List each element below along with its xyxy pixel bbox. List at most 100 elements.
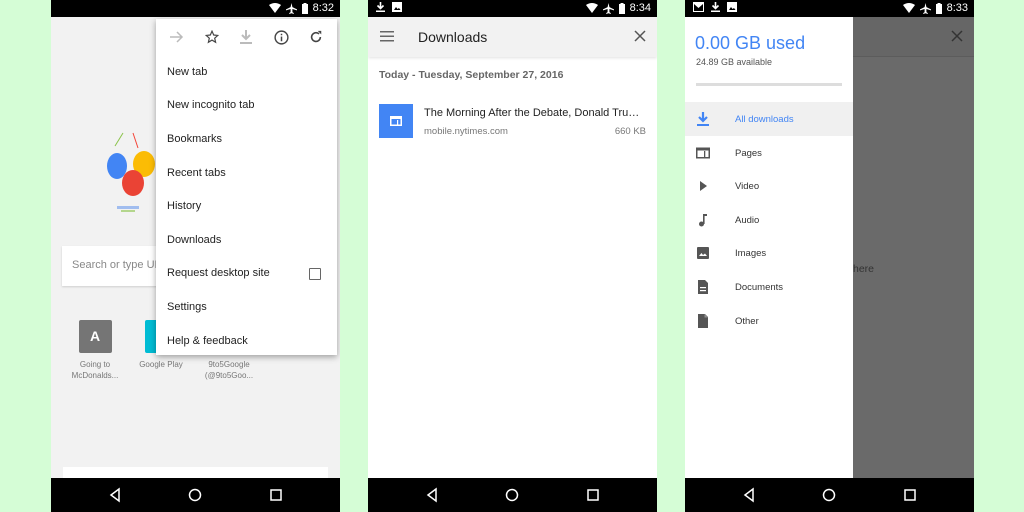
play-icon	[700, 181, 707, 192]
filter-pages[interactable]: Pages	[685, 136, 853, 170]
info-icon[interactable]	[272, 28, 290, 46]
downloads-toolbar: Downloads	[368, 17, 657, 57]
most-visited-tile[interactable]: A Going to McDonalds...	[60, 320, 130, 381]
menu-item-history[interactable]: History	[156, 189, 337, 223]
page-file-icon	[379, 104, 413, 138]
refresh-icon[interactable]	[307, 28, 325, 46]
menu-item-help-feedback[interactable]: Help & feedback	[156, 324, 337, 358]
filter-label: Other	[735, 315, 759, 327]
forward-icon[interactable]	[168, 28, 186, 46]
tile-letter-icon: A	[78, 320, 112, 353]
date-section-header: Today - Tuesday, September 27, 2016	[379, 69, 564, 81]
menu-item-label: New incognito tab	[167, 99, 255, 112]
menu-item-label: Recent tabs	[167, 166, 226, 179]
navigation-bar	[685, 478, 974, 512]
menu-item-label: Help & feedback	[167, 334, 248, 347]
storage-available: 24.89 GB available	[696, 57, 773, 67]
filter-label: Video	[735, 181, 760, 193]
overflow-menu: New tab New incognito tab Bookmarks Rece…	[156, 19, 337, 355]
download-icon[interactable]	[237, 28, 255, 46]
storage-used: 0.00 GB used	[695, 33, 806, 53]
filter-label: Images	[735, 248, 767, 260]
filter-label: Audio	[735, 214, 760, 226]
navigation-bar	[51, 478, 340, 512]
tile-label: McDonalds...	[71, 371, 119, 380]
download-size: 660 KB	[614, 126, 646, 137]
filter-label: All downloads	[735, 114, 794, 125]
battery-icon	[301, 2, 308, 14]
storage-progress-bar	[696, 83, 842, 86]
back-icon[interactable]	[424, 487, 440, 503]
wifi-icon	[585, 3, 598, 13]
page-title: Downloads	[418, 29, 488, 45]
recent-apps-icon[interactable]	[268, 487, 284, 503]
download-notification-icon	[711, 2, 720, 12]
download-title: The Morning After the Debate, Donald Tru…	[424, 107, 640, 119]
navigation-bar	[368, 478, 657, 512]
menu-item-new-tab[interactable]: New tab	[156, 55, 337, 89]
filter-video[interactable]: Video	[685, 169, 853, 203]
status-time: 8:34	[629, 2, 651, 14]
menu-item-label: Request desktop site	[167, 267, 270, 280]
desktop-site-checkbox[interactable]	[309, 267, 321, 280]
download-item[interactable]: The Morning After the Debate, Donald Tru…	[379, 104, 646, 138]
status-time: 8:32	[312, 2, 334, 14]
filter-label: Pages	[735, 147, 762, 159]
filter-all-downloads[interactable]: All downloads	[685, 102, 853, 136]
airplane-icon	[285, 2, 297, 14]
menu-item-request-desktop-site[interactable]: Request desktop site	[156, 257, 337, 291]
tile-label: Google Play	[139, 360, 183, 369]
music-note-icon	[699, 213, 707, 227]
filter-images[interactable]: Images	[685, 236, 853, 270]
status-bar: 8:33	[685, 0, 974, 17]
home-icon[interactable]	[187, 487, 203, 503]
image-notification-icon	[392, 2, 402, 12]
back-icon[interactable]	[107, 487, 123, 503]
close-icon[interactable]	[634, 30, 646, 42]
airplane-icon	[602, 2, 614, 14]
screen-downloads-list: 8:34 Downloads Today - Tuesday, Septembe…	[368, 0, 657, 512]
airplane-icon	[919, 2, 931, 14]
search-placeholder: Search or type URL	[72, 259, 169, 271]
screen-chrome-menu: 8:32 Search or type URL A Going to McDon…	[51, 0, 340, 512]
bookmark-star-icon[interactable]	[203, 28, 221, 46]
wifi-icon	[902, 3, 915, 13]
menu-icon-row	[156, 19, 337, 55]
home-icon[interactable]	[504, 487, 520, 503]
battery-icon	[935, 2, 942, 14]
google-doodle-balloons[interactable]	[103, 128, 163, 218]
recent-apps-icon[interactable]	[585, 487, 601, 503]
hamburger-menu-icon[interactable]	[380, 30, 394, 42]
screen-downloads-drawer: 8:33 here 0.00 GB used 24.89 GB availabl…	[685, 0, 974, 512]
menu-item-label: New tab	[167, 65, 208, 78]
menu-item-label: History	[167, 200, 202, 213]
battery-icon	[618, 2, 625, 14]
downloads-filter-drawer: 0.00 GB used 24.89 GB available All down…	[685, 17, 853, 478]
menu-item-settings[interactable]: Settings	[156, 290, 337, 324]
download-icon	[697, 112, 709, 126]
status-time: 8:33	[946, 2, 968, 14]
status-bar: 8:34	[368, 0, 657, 17]
page-icon	[696, 147, 710, 159]
download-domain: mobile.nytimes.com	[424, 126, 508, 137]
document-icon	[698, 279, 708, 294]
recent-apps-icon[interactable]	[902, 487, 918, 503]
filter-other[interactable]: Other	[685, 304, 853, 338]
filter-documents[interactable]: Documents	[685, 270, 853, 304]
back-icon[interactable]	[741, 487, 757, 503]
tile-label: (@9to5Goo...	[204, 371, 254, 380]
image-notification-icon	[727, 2, 737, 12]
home-icon[interactable]	[821, 487, 837, 503]
status-bar: 8:32	[51, 0, 340, 17]
close-icon	[951, 30, 963, 42]
menu-item-downloads[interactable]: Downloads	[156, 223, 337, 257]
menu-item-label: Settings	[167, 300, 207, 313]
menu-item-recent-tabs[interactable]: Recent tabs	[156, 156, 337, 190]
menu-item-new-incognito-tab[interactable]: New incognito tab	[156, 89, 337, 123]
download-notification-icon	[376, 2, 385, 12]
filter-label: Documents	[735, 281, 784, 293]
tile-label: Going to	[79, 360, 111, 369]
file-icon	[698, 313, 708, 328]
filter-audio[interactable]: Audio	[685, 203, 853, 237]
menu-item-bookmarks[interactable]: Bookmarks	[156, 122, 337, 156]
